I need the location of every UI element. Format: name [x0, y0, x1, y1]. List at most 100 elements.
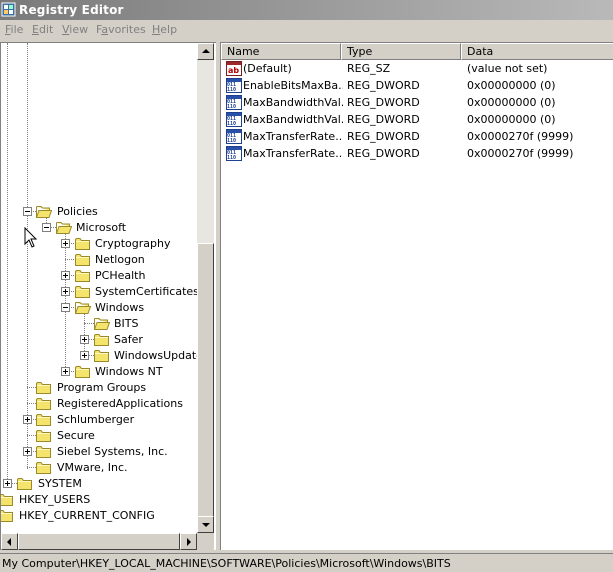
- column-header-data[interactable]: Data: [461, 43, 613, 60]
- tree-node-label: SystemCertificates: [95, 285, 197, 298]
- tree-vertical-scrollbar[interactable]: [197, 43, 214, 533]
- expand-toggle[interactable]: [23, 447, 32, 456]
- tree-node-system[interactable]: SYSTEM: [1, 475, 197, 491]
- values-list-pane[interactable]: Name Type Data ab (Default) REG_SZ (valu…: [220, 42, 613, 550]
- tree-node-windows[interactable]: Windows: [1, 299, 197, 315]
- collapse-toggle[interactable]: [23, 207, 32, 216]
- expand-toggle[interactable]: [61, 367, 70, 376]
- tree-node-bits[interactable]: BITS: [1, 315, 197, 331]
- tree-node-label: Policies: [57, 205, 98, 218]
- tree-node-label: Microsoft: [76, 221, 127, 234]
- tree-node-secure[interactable]: Secure: [1, 427, 197, 443]
- tree-node-siebel-systems[interactable]: Siebel Systems, Inc.: [1, 443, 197, 459]
- tree-node-vmware[interactable]: VMware, Inc.: [1, 459, 197, 475]
- scroll-down-button[interactable]: [197, 516, 214, 533]
- tree-node-safer[interactable]: Safer: [1, 331, 197, 347]
- tree-node-registeredapplications[interactable]: RegisteredApplications: [1, 395, 197, 411]
- dword-value-icon: 011 110: [226, 95, 242, 110]
- tree-node-label: Safer: [114, 333, 143, 346]
- value-name: MaxBandwidthVal...: [243, 113, 343, 126]
- expand-toggle[interactable]: [3, 479, 12, 488]
- value-name: MaxTransferRate...: [243, 147, 343, 160]
- tree-node-label: RegisteredApplications: [57, 397, 183, 410]
- expand-toggle[interactable]: [80, 351, 89, 360]
- value-name: (Default): [243, 62, 292, 75]
- menu-favorites[interactable]: Favorites: [96, 23, 146, 36]
- title-bar[interactable]: Registry Editor: [0, 0, 613, 20]
- menu-view[interactable]: View: [62, 23, 88, 36]
- expand-toggle[interactable]: [61, 271, 70, 280]
- string-value-icon: ab: [226, 61, 242, 76]
- folder-icon: [94, 333, 110, 346]
- value-row[interactable]: ab (Default) REG_SZ (value not set): [221, 60, 613, 77]
- folder-open-icon: [36, 205, 52, 218]
- down-arrow-icon: [202, 523, 210, 527]
- column-header-label: Name: [227, 45, 260, 58]
- folder-open-icon: [75, 301, 91, 314]
- menu-help[interactable]: Help: [152, 23, 177, 36]
- collapse-toggle[interactable]: [42, 223, 51, 232]
- tree-node-pchealth[interactable]: PCHealth: [1, 267, 197, 283]
- key-tree: Policies Microsoft Cryptography Netlogon…: [1, 43, 197, 533]
- menu-file[interactable]: File: [5, 23, 23, 36]
- value-row[interactable]: 011 110 MaxBandwidthVal... REG_DWORD 0x0…: [221, 111, 613, 128]
- tree-node-policies[interactable]: Policies: [1, 203, 197, 219]
- column-header-label: Data: [467, 45, 494, 58]
- tree-node-label: Windows NT: [95, 365, 163, 378]
- expand-toggle[interactable]: [61, 239, 70, 248]
- svg-text:110: 110: [227, 138, 236, 144]
- tree-node-windowsupdate[interactable]: WindowsUpdate: [1, 347, 197, 363]
- column-header-type[interactable]: Type: [341, 43, 461, 60]
- value-row[interactable]: 011 110 MaxTransferRate... REG_DWORD 0x0…: [221, 145, 613, 162]
- value-row[interactable]: 011 110 MaxBandwidthVal... REG_DWORD 0x0…: [221, 94, 613, 111]
- expand-toggle[interactable]: [61, 287, 70, 296]
- key-tree-pane[interactable]: Policies Microsoft Cryptography Netlogon…: [0, 42, 216, 550]
- value-type: REG_DWORD: [347, 147, 420, 160]
- window-title: Registry Editor: [19, 3, 124, 17]
- folder-icon: [36, 445, 52, 458]
- status-path: My Computer\HKEY_LOCAL_MACHINE\SOFTWARE\…: [2, 557, 451, 570]
- up-arrow-icon: [202, 49, 210, 53]
- tree-node-label: Schlumberger: [57, 413, 135, 426]
- expand-toggle[interactable]: [23, 415, 32, 424]
- svg-text:110: 110: [227, 121, 236, 127]
- value-type: REG_DWORD: [347, 113, 420, 126]
- scroll-left-button[interactable]: [1, 533, 18, 550]
- right-arrow-icon: [187, 538, 191, 546]
- value-row[interactable]: 011 110 MaxTransferRate... REG_DWORD 0x0…: [221, 128, 613, 145]
- scroll-right-button[interactable]: [180, 533, 197, 550]
- value-type: REG_DWORD: [347, 79, 420, 92]
- scroll-thumb[interactable]: [197, 243, 214, 519]
- scroll-up-button[interactable]: [197, 43, 214, 60]
- tree-node-hkey-users[interactable]: HKEY_USERS: [1, 491, 197, 507]
- tree-node-systemcertificates[interactable]: SystemCertificates: [1, 283, 197, 299]
- folder-icon: [75, 237, 91, 250]
- mouse-pointer-icon: [24, 227, 38, 248]
- value-type: REG_SZ: [347, 62, 391, 75]
- folder-icon: [94, 349, 110, 362]
- column-header-name[interactable]: Name: [221, 43, 341, 60]
- tree-node-label: SYSTEM: [38, 477, 82, 490]
- value-data: (value not set): [467, 62, 548, 75]
- scroll-thumb[interactable]: [18, 533, 180, 550]
- tree-node-label: Netlogon: [95, 253, 145, 266]
- tree-node-netlogon[interactable]: Netlogon: [1, 251, 197, 267]
- folder-icon: [36, 429, 52, 442]
- expand-toggle[interactable]: [80, 335, 89, 344]
- tree-node-schlumberger[interactable]: Schlumberger: [1, 411, 197, 427]
- folder-icon: [1, 509, 14, 522]
- dword-value-icon: 011 110: [226, 78, 242, 93]
- status-bar: My Computer\HKEY_LOCAL_MACHINE\SOFTWARE\…: [0, 553, 613, 572]
- menu-edit[interactable]: Edit: [32, 23, 53, 36]
- tree-horizontal-scrollbar[interactable]: [1, 533, 197, 550]
- value-data: 0x00000000 (0): [467, 113, 556, 126]
- collapse-toggle[interactable]: [61, 303, 70, 312]
- tree-node-hkey-current-config[interactable]: HKEY_CURRENT_CONFIG: [1, 507, 197, 523]
- tree-node-program-groups[interactable]: Program Groups: [1, 379, 197, 395]
- value-row[interactable]: 011 110 EnableBitsMaxBa... REG_DWORD 0x0…: [221, 77, 613, 94]
- tree-node-label: Cryptography: [95, 237, 171, 250]
- value-type: REG_DWORD: [347, 130, 420, 143]
- tree-node-label: VMware, Inc.: [57, 461, 128, 474]
- svg-text:110: 110: [227, 104, 236, 110]
- tree-node-windows-nt[interactable]: Windows NT: [1, 363, 197, 379]
